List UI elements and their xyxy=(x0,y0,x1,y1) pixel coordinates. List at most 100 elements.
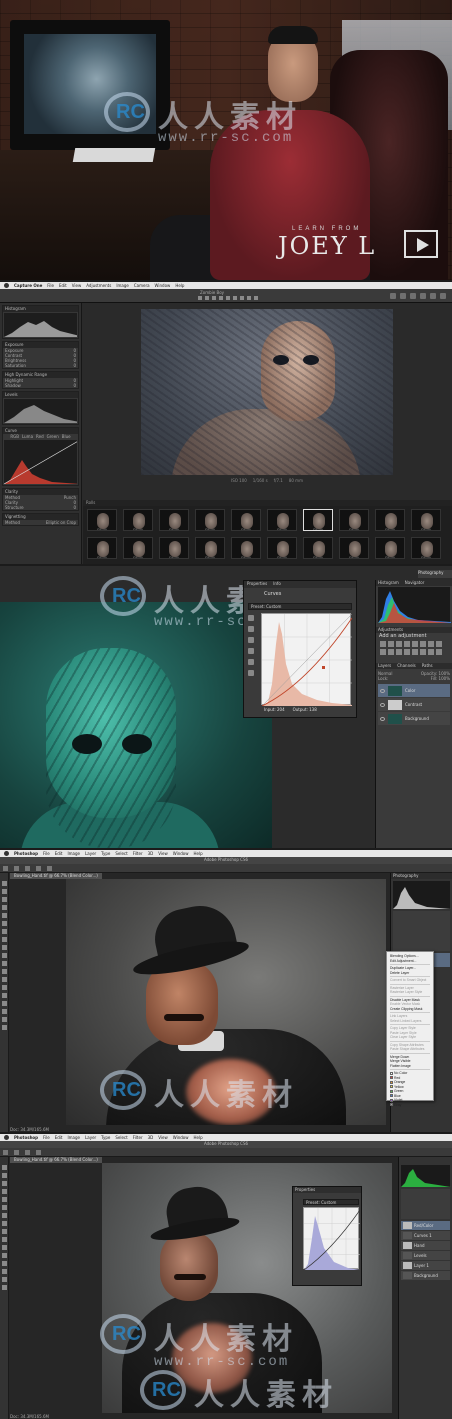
apple-icon[interactable] xyxy=(4,1135,9,1140)
filmstrip-thumbnail[interactable]: Zombie xyxy=(159,509,189,531)
menu-item[interactable]: Edit xyxy=(55,1135,63,1140)
filmstrip-thumbnail[interactable]: Zombie xyxy=(231,537,261,559)
list-view-icon[interactable] xyxy=(400,293,406,299)
curve-tab-luma[interactable]: Luma xyxy=(22,434,33,439)
menu-adjustments[interactable]: Adjustments xyxy=(86,283,111,288)
hand-tool-icon[interactable] xyxy=(1,1017,7,1022)
annotate-tool-icon[interactable] xyxy=(254,296,258,300)
crop-tool-icon[interactable] xyxy=(1,913,7,918)
gradient-tool-icon[interactable] xyxy=(1,969,7,974)
menu-item[interactable]: Image xyxy=(67,851,80,856)
tab-properties[interactable]: Properties xyxy=(293,1187,361,1193)
loupe-tool-icon[interactable] xyxy=(205,296,209,300)
preset-select[interactable]: Preset: Custom xyxy=(248,603,352,610)
picker-tool-icon[interactable] xyxy=(247,296,251,300)
move-tool-icon[interactable] xyxy=(1,881,7,886)
layer-row[interactable]: Background xyxy=(401,1271,450,1280)
menu-item[interactable]: Help xyxy=(194,851,203,856)
brightness-icon[interactable] xyxy=(380,641,386,647)
play-icon[interactable] xyxy=(404,230,438,258)
lookup-icon[interactable] xyxy=(396,649,402,655)
home-icon[interactable] xyxy=(3,1149,8,1155)
filmstrip-thumbnail[interactable]: Zombie xyxy=(303,537,333,559)
exposure-icon[interactable] xyxy=(404,641,410,647)
grid-view-icon[interactable] xyxy=(390,293,396,299)
bw-icon[interactable] xyxy=(436,641,442,647)
layer-row[interactable]: Curves 1 xyxy=(401,1231,450,1240)
menu-item[interactable]: File xyxy=(43,1135,50,1140)
hat-portrait-image[interactable] xyxy=(66,879,386,1125)
filmstrip-thumbnail[interactable]: Zombie xyxy=(303,509,333,531)
gray-point-icon[interactable] xyxy=(248,637,254,643)
filmstrip-thumbnail[interactable]: Zombie xyxy=(87,509,117,531)
filmstrip-thumbnail[interactable]: Zombie xyxy=(339,537,369,559)
eyedropper-tool-icon[interactable] xyxy=(1,1205,7,1210)
option-icon[interactable] xyxy=(47,865,52,871)
menu-item[interactable]: Help xyxy=(194,1135,203,1140)
marquee-tool-icon[interactable] xyxy=(1,889,7,894)
photo-filter-icon[interactable] xyxy=(380,649,386,655)
menu-item[interactable]: Select xyxy=(115,1135,127,1140)
filmstrip-thumbnail[interactable]: Zombie xyxy=(87,537,117,559)
menu-image[interactable]: Image xyxy=(116,283,129,288)
crop-tool-icon[interactable] xyxy=(212,296,216,300)
menu-camera[interactable]: Camera xyxy=(134,283,150,288)
layer-row[interactable]: Color xyxy=(378,684,450,697)
filmstrip-thumbnail[interactable]: Zombie xyxy=(195,509,225,531)
context-menu-item[interactable]: Delete Layer xyxy=(390,971,430,976)
levels-histogram[interactable] xyxy=(4,399,77,423)
curve-tab-red[interactable]: Red xyxy=(36,434,44,439)
posterize-icon[interactable] xyxy=(412,649,418,655)
option-icon[interactable] xyxy=(25,865,30,871)
pan-tool-icon[interactable] xyxy=(198,296,202,300)
filmstrip-thumbnail[interactable]: Zombie xyxy=(159,537,189,559)
heal-tool-icon[interactable] xyxy=(1,929,7,934)
tab-layers[interactable]: Layers xyxy=(378,663,391,669)
focus-mask-icon[interactable] xyxy=(440,293,446,299)
curve-graph[interactable] xyxy=(4,440,77,484)
layer-row[interactable]: Background xyxy=(378,712,450,725)
visibility-eye-icon[interactable] xyxy=(380,688,385,693)
compare-icon[interactable] xyxy=(410,293,416,299)
menu-item[interactable]: 3D xyxy=(148,1135,154,1140)
crop-tool-icon[interactable] xyxy=(1,1197,7,1202)
fill-field[interactable]: Fill: 100% xyxy=(431,676,450,681)
visibility-eye-icon[interactable] xyxy=(380,702,385,707)
menu-item[interactable]: Filter xyxy=(133,851,143,856)
tab-navigator[interactable]: Navigator xyxy=(405,580,425,586)
type-tool-icon[interactable] xyxy=(1,1269,7,1274)
filmstrip-thumbnail[interactable]: Zombie xyxy=(375,509,405,531)
apple-icon[interactable] xyxy=(4,851,9,856)
rotate-tool-icon[interactable] xyxy=(219,296,223,300)
invert-icon[interactable] xyxy=(404,649,410,655)
workspace-switcher[interactable]: Photography xyxy=(391,873,452,879)
input-value[interactable]: Input: 204 xyxy=(264,707,285,712)
menu-item[interactable]: View xyxy=(158,851,168,856)
filmstrip-thumbnail[interactable]: Zombie xyxy=(267,537,297,559)
menu-file[interactable]: File xyxy=(47,283,54,288)
menu-item[interactable]: View xyxy=(158,1135,168,1140)
output-value[interactable]: Output: 138 xyxy=(293,707,317,712)
selective-color-icon[interactable] xyxy=(436,649,442,655)
document-tab[interactable]: Bowling_Hand.tif @ 66.7% (Blend Color...… xyxy=(10,1157,102,1163)
pen-tool-icon[interactable] xyxy=(1,1261,7,1266)
filmstrip-thumbnail[interactable]: Zombie xyxy=(231,509,261,531)
curves-icon[interactable] xyxy=(396,641,402,647)
menu-item[interactable]: Type xyxy=(101,1135,110,1140)
workspace-switcher[interactable]: Photography xyxy=(418,570,452,578)
filmstrip-thumbnail[interactable]: Zombie xyxy=(339,509,369,531)
white-point-icon[interactable] xyxy=(248,648,254,654)
preset-select[interactable]: Preset: Custom xyxy=(303,1199,359,1205)
home-icon[interactable] xyxy=(3,865,8,871)
layer-row[interactable]: Contrast xyxy=(378,698,450,711)
visibility-eye-icon[interactable] xyxy=(380,716,385,721)
context-menu-item[interactable]: Create Clipping Mask xyxy=(390,1007,430,1012)
dodge-tool-icon[interactable] xyxy=(1,1253,7,1258)
portrait-image[interactable] xyxy=(141,309,393,475)
curve-tab-blue[interactable]: Blue xyxy=(62,434,71,439)
threshold-icon[interactable] xyxy=(420,649,426,655)
menu-help[interactable]: Help xyxy=(175,283,184,288)
filmstrip-thumbnail[interactable]: Zombie xyxy=(123,509,153,531)
gradient-tool-icon[interactable] xyxy=(1,1245,7,1250)
zoom-tool-icon[interactable] xyxy=(1,1025,7,1030)
